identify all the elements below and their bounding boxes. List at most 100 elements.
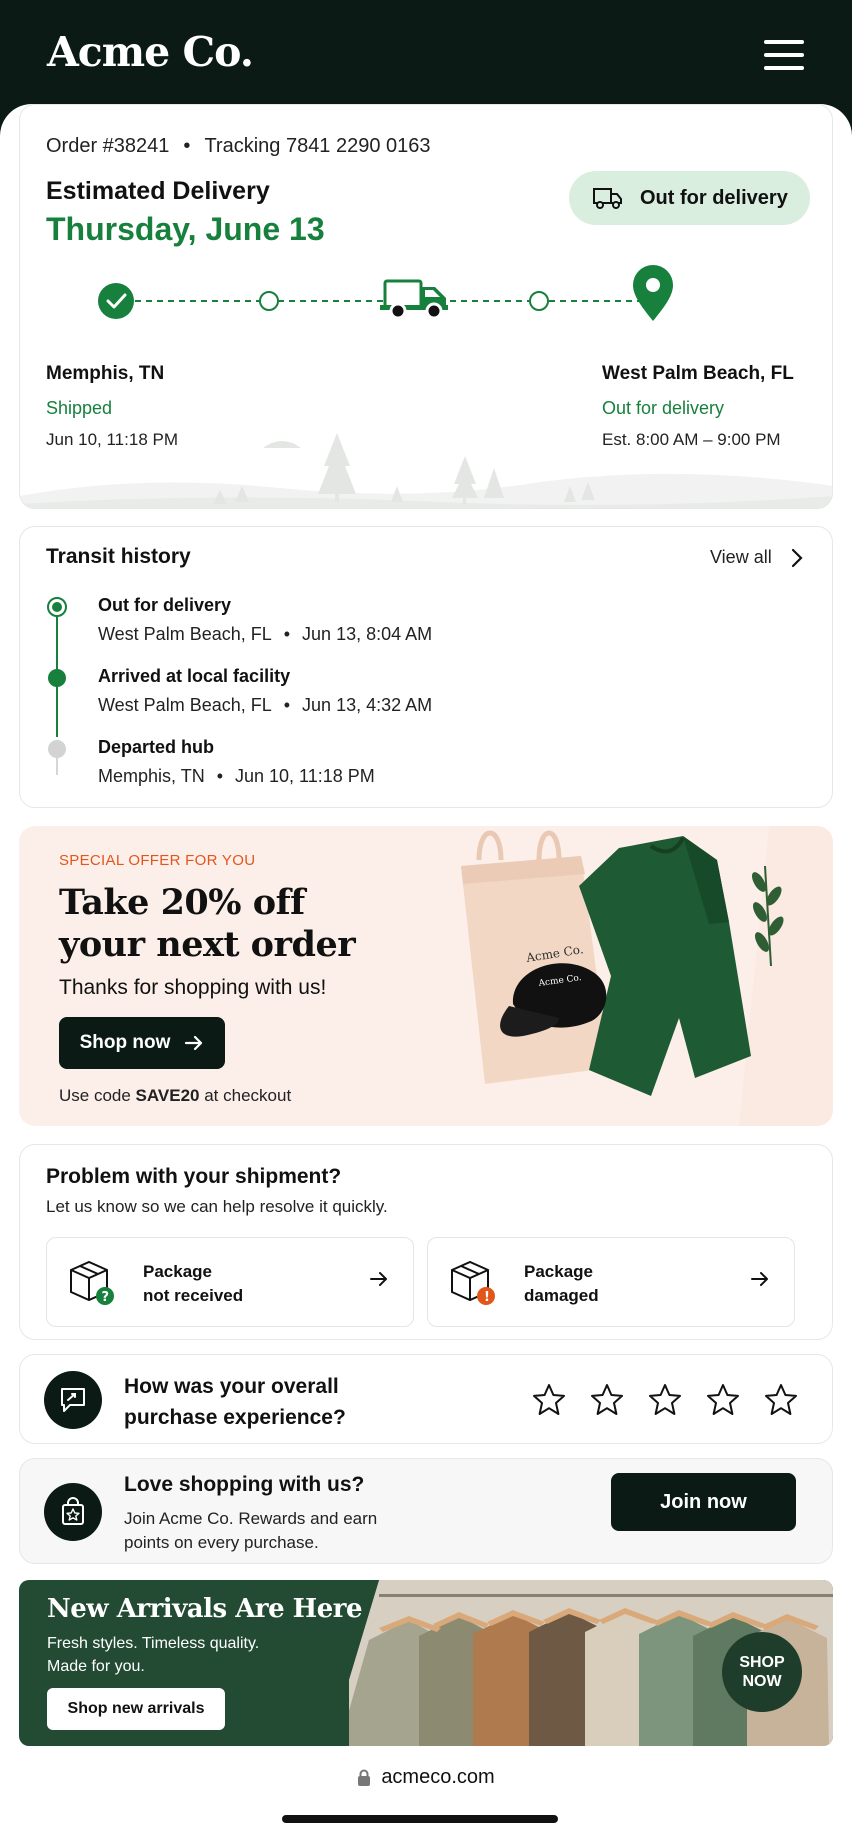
star-icon[interactable] — [706, 1383, 740, 1417]
promo-kicker: SPECIAL OFFER FOR YOU — [59, 852, 256, 869]
star-icon[interactable] — [764, 1383, 798, 1417]
shop-new-arrivals-button[interactable]: Shop new arrivals — [47, 1688, 225, 1730]
destination-pin-icon — [633, 265, 673, 321]
promo-code: SAVE20 — [135, 1086, 200, 1105]
arrivals-subtitle: Fresh styles. Timeless quality. Made for… — [47, 1635, 260, 1675]
option-label: Package not received — [143, 1260, 243, 1308]
status-badge-label: Out for delivery — [640, 186, 788, 209]
rating-question: How was your overall purchase experience… — [124, 1375, 346, 1429]
rating-card: How was your overall purchase experience… — [19, 1354, 833, 1444]
timeline-dot — [48, 740, 66, 758]
problem-card: Problem with your shipment? Let us know … — [19, 1144, 833, 1340]
problem-title: Problem with your shipment? — [46, 1165, 342, 1188]
route-progress — [98, 265, 673, 321]
arrow-right-icon — [185, 1035, 203, 1051]
menu-icon[interactable] — [764, 40, 804, 70]
url-bar[interactable]: acmeco.com — [0, 1766, 852, 1789]
star-icon[interactable] — [590, 1383, 624, 1417]
option-label-line1: Package — [524, 1262, 593, 1281]
origin-time: Jun 10, 11:18 PM — [46, 430, 178, 449]
arrow-right-icon — [751, 1272, 768, 1286]
package-not-received-button[interactable]: ? Package not received — [46, 1237, 414, 1327]
shopping-bag-icon — [44, 1483, 102, 1541]
package-alert-icon: ! — [451, 1260, 495, 1305]
brand-logo[interactable]: Acme Co. — [47, 28, 254, 76]
event-detail: Memphis, TN • Jun 10, 11:18 PM — [98, 766, 375, 787]
promo-subtitle: Thanks for shopping with us! — [59, 976, 327, 999]
arrow-right-icon — [370, 1272, 387, 1286]
promo-headline: Take 20% off your next order — [59, 882, 356, 965]
destination-status: Out for delivery — [602, 398, 725, 418]
star-icon[interactable] — [532, 1383, 566, 1417]
join-now-button[interactable]: Join now — [611, 1473, 796, 1531]
badge-line1: SHOP — [739, 1654, 785, 1671]
shop-now-label: Shop now — [79, 1032, 171, 1053]
event-detail: West Palm Beach, FL • Jun 13, 8:04 AM — [98, 624, 432, 645]
destination-time: Est. 8:00 AM – 9:00 PM — [602, 430, 781, 449]
truck-icon — [593, 188, 622, 209]
shop-now-badge[interactable]: SHOP NOW — [722, 1632, 802, 1712]
event-time: Jun 13, 8:04 AM — [302, 624, 433, 644]
chevron-right-icon[interactable] — [790, 547, 804, 569]
event-location: West Palm Beach, FL — [98, 695, 272, 715]
status-badge: Out for delivery — [569, 171, 810, 225]
tracking-number[interactable]: Tracking 7841 2290 0163 — [204, 135, 430, 157]
separator-dot: • — [283, 695, 291, 715]
promo-product-image: Acme Co. Acme Co. — [461, 826, 833, 1126]
event-title: Out for delivery — [98, 595, 232, 615]
route-waypoint — [529, 291, 549, 311]
event-location: Memphis, TN — [98, 766, 205, 786]
separator-dot: • — [216, 766, 224, 786]
timeline-current-dot — [47, 597, 67, 617]
transit-history-title: Transit history — [46, 545, 191, 568]
delivery-truck-icon — [380, 279, 448, 320]
promo-code-suffix: at checkout — [199, 1086, 292, 1105]
star-icon[interactable] — [648, 1383, 682, 1417]
estimated-delivery-label: Estimated Delivery — [46, 177, 270, 205]
promo-code-text: Use code SAVE20 at checkout — [59, 1086, 291, 1106]
event-time: Jun 13, 4:32 AM — [302, 695, 433, 715]
event-detail: West Palm Beach, FL • Jun 13, 4:32 AM — [98, 695, 432, 716]
option-label-line1: Package — [143, 1262, 212, 1281]
app-header: Acme Co. — [0, 0, 852, 118]
destination-city: West Palm Beach, FL — [602, 363, 794, 384]
origin-check-icon — [98, 283, 134, 319]
badge-line2: NOW — [742, 1673, 782, 1690]
problem-subtitle: Let us know so we can help resolve it qu… — [46, 1197, 388, 1216]
option-label: Package damaged — [524, 1260, 599, 1308]
promo-banner[interactable]: SPECIAL OFFER FOR YOU Take 20% off your … — [19, 826, 833, 1126]
order-number: Order #38241 — [46, 135, 170, 157]
package-damaged-button[interactable]: ! Package damaged — [427, 1237, 795, 1327]
transit-history-card: Transit history View all Out for deliver… — [19, 526, 833, 808]
svg-text:?: ? — [102, 1290, 110, 1305]
svg-text:!: ! — [484, 1290, 490, 1305]
timeline-dot — [48, 669, 66, 687]
separator-dot: • — [283, 624, 291, 644]
option-label-line2: not received — [143, 1286, 244, 1305]
lock-icon — [358, 1769, 371, 1786]
shop-now-button[interactable]: Shop now — [59, 1017, 225, 1069]
feedback-icon — [44, 1371, 102, 1429]
origin-city: Memphis, TN — [46, 363, 165, 384]
event-location: West Palm Beach, FL — [98, 624, 272, 644]
view-all-link[interactable]: View all — [710, 547, 772, 568]
promo-code-prefix: Use code — [59, 1086, 136, 1105]
new-arrivals-banner[interactable]: New Arrivals Are Here Fresh styles. Time… — [19, 1580, 833, 1746]
url-text: acmeco.com — [381, 1766, 495, 1788]
rewards-title: Love shopping with us? — [124, 1473, 365, 1496]
event-title: Departed hub — [98, 737, 215, 757]
event-time: Jun 10, 11:18 PM — [235, 766, 375, 786]
event-title: Arrived at local facility — [98, 666, 291, 686]
route-waypoint — [259, 291, 279, 311]
home-indicator[interactable] — [282, 1815, 558, 1823]
package-question-icon: ? — [70, 1260, 114, 1305]
separator-dot: • — [183, 135, 191, 157]
arrivals-title: New Arrivals Are Here — [47, 1594, 363, 1624]
order-info: Order #38241 • Tracking 7841 2290 0163 — [46, 135, 431, 158]
rewards-card: Love shopping with us? Join Acme Co. Rew… — [19, 1458, 833, 1564]
option-label-line2: damaged — [524, 1286, 599, 1305]
delivery-card: Order #38241 • Tracking 7841 2290 0163 Est… — [19, 104, 833, 509]
origin-status: Shipped — [46, 398, 113, 418]
star-rating[interactable] — [532, 1383, 798, 1417]
estimated-delivery-date: Thursday, June 13 — [46, 211, 325, 247]
